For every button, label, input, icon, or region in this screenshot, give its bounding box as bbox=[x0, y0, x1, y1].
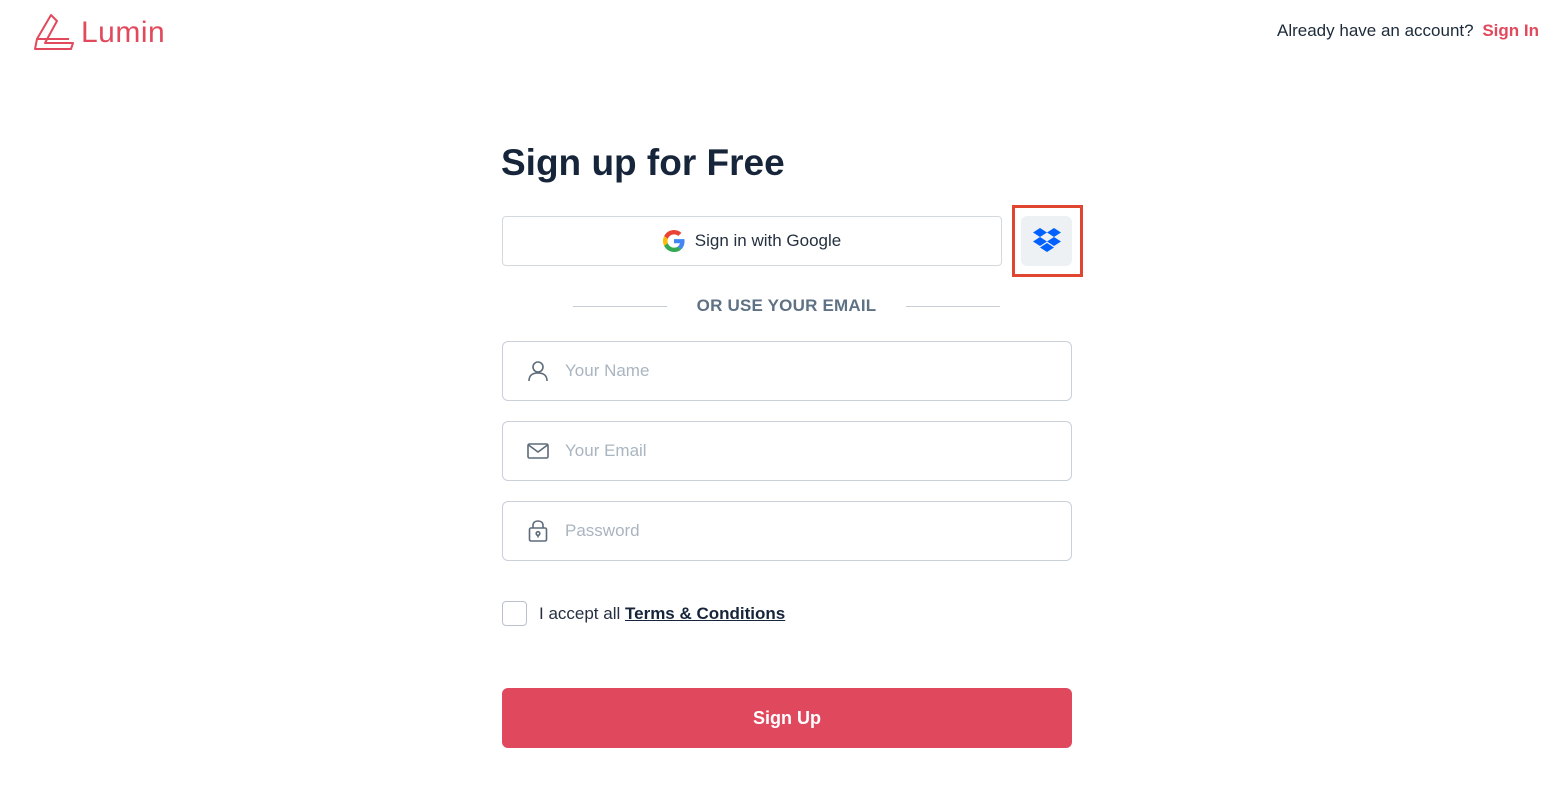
dropbox-icon bbox=[1032, 228, 1061, 252]
terms-link[interactable]: Terms & Conditions bbox=[625, 604, 785, 623]
terms-checkbox[interactable] bbox=[502, 601, 527, 626]
password-field[interactable] bbox=[502, 501, 1072, 561]
google-signin-button[interactable]: Sign in with Google bbox=[502, 216, 1002, 266]
email-field[interactable] bbox=[502, 421, 1072, 481]
page-title: Sign up for Free bbox=[501, 142, 785, 183]
google-button-label: Sign in with Google bbox=[694, 231, 842, 250]
lumin-logo-icon bbox=[34, 14, 74, 50]
divider-label: OR USE YOUR EMAIL bbox=[696, 296, 877, 315]
signin-prompt: Already have an account? Sign In bbox=[1277, 21, 1539, 41]
lumin-logo[interactable]: Lumin bbox=[33, 13, 165, 53]
signin-prompt-text: Already have an account? bbox=[1277, 21, 1474, 40]
name-field[interactable] bbox=[502, 341, 1072, 401]
google-icon bbox=[662, 230, 685, 252]
email-input[interactable] bbox=[565, 441, 1025, 461]
brand-name: Lumin bbox=[81, 16, 166, 49]
terms-row: I accept all Terms & Conditions bbox=[502, 601, 785, 626]
divider-line-right bbox=[906, 305, 1000, 307]
terms-text: I accept all Terms & Conditions bbox=[539, 604, 785, 624]
email-divider: OR USE YOUR EMAIL bbox=[573, 296, 1000, 316]
user-icon bbox=[525, 358, 551, 384]
name-input[interactable] bbox=[565, 361, 1025, 381]
signup-button[interactable]: Sign Up bbox=[502, 688, 1072, 748]
signin-link[interactable]: Sign In bbox=[1482, 21, 1539, 40]
password-input[interactable] bbox=[565, 521, 1025, 541]
mail-icon bbox=[525, 438, 551, 464]
dropbox-signin-button[interactable] bbox=[1021, 216, 1072, 266]
terms-prefix: I accept all bbox=[539, 603, 621, 623]
lock-icon bbox=[525, 518, 551, 544]
divider-line-left bbox=[573, 305, 667, 307]
